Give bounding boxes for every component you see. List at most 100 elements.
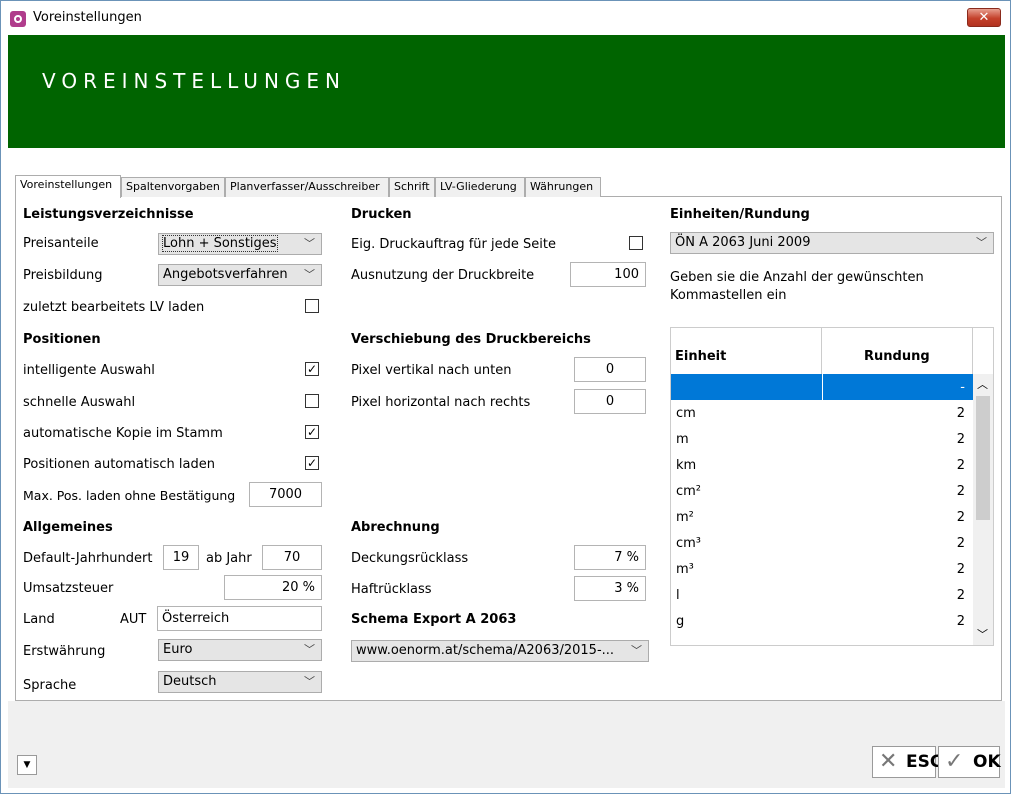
horizontal-input[interactable]: 0	[574, 389, 646, 414]
maxpos-input[interactable]: 7000	[249, 482, 322, 507]
table-row-selected[interactable]: -	[671, 374, 973, 400]
vertikal-label: Pixel vertikal nach unten	[351, 363, 512, 378]
value-cell: 2	[956, 484, 965, 499]
tab-lv-gliederung[interactable]: LV-Gliederung	[435, 177, 525, 197]
chevron-down-icon: ﹀	[304, 675, 315, 688]
einheiten-heading: Einheiten/Rundung	[670, 207, 810, 222]
ausnutzung-input[interactable]: 100	[570, 262, 646, 287]
schema-select[interactable]: www.oenorm.at/schema/A2063/2015-... ﹀	[351, 640, 649, 662]
tab-planverfasser[interactable]: Planverfasser/Ausschreiber	[225, 177, 389, 197]
zuletzt-checkbox[interactable]	[305, 299, 319, 313]
schnelle-label: schnelle Auswahl	[23, 395, 136, 410]
chevron-down-icon: ﹀	[304, 643, 315, 656]
value-cell: 2	[956, 458, 965, 473]
preisbildung-select[interactable]: Angebotsverfahren ﹀	[158, 264, 322, 286]
norm-select[interactable]: ÖN A 2063 Juni 2009 ﹀	[670, 232, 994, 254]
unit-cell: m²	[676, 510, 694, 525]
tab-voreinstellungen[interactable]: Voreinstellungen	[15, 175, 121, 198]
abjahr-input[interactable]: 70	[262, 545, 322, 570]
tab-schrift[interactable]: Schrift	[389, 177, 435, 197]
check-icon: ✓	[306, 456, 318, 470]
col-header-einheit[interactable]: Einheit	[675, 328, 726, 374]
intelligente-checkbox[interactable]: ✓	[305, 362, 319, 376]
tab-spaltenvorgaben[interactable]: Spaltenvorgaben	[121, 177, 225, 197]
erstwaehrung-value: Euro	[163, 642, 193, 657]
unit-cell: cm²	[676, 484, 702, 499]
close-icon: ✕	[978, 10, 990, 25]
verschiebung-heading: Verschiebung des Druckbereichs	[351, 332, 591, 347]
caret-down-icon: ▼	[23, 760, 31, 770]
unit-cell: g	[676, 614, 685, 629]
chevron-down-icon: ﹀	[304, 237, 315, 250]
ust-input[interactable]: 20 %	[224, 575, 322, 600]
deckung-input[interactable]: 7 %	[574, 545, 646, 570]
value-cell: 2	[956, 536, 965, 551]
jahrhundert-input[interactable]: 19	[163, 545, 199, 570]
ausnutzung-label: Ausnutzung der Druckbreite	[351, 268, 535, 283]
deckung-label: Deckungsrücklass	[351, 551, 469, 566]
jahrhundert-label: Default-Jahrhundert	[23, 551, 153, 566]
check-icon: ✓	[945, 749, 964, 774]
land-input[interactable]: Österreich	[157, 606, 322, 631]
chevron-up-icon[interactable]: ︿	[977, 376, 988, 392]
col-divider	[821, 328, 822, 374]
kopie-label: automatische Kopie im Stamm	[23, 426, 223, 441]
col-header-rundung[interactable]: Rundung	[864, 328, 930, 374]
table-row[interactable]: cm 2	[671, 400, 973, 426]
table-row[interactable]: m² 2	[671, 504, 973, 530]
esc-button[interactable]: ✕ ESC	[872, 746, 942, 778]
table-row[interactable]: km 2	[671, 452, 973, 478]
value-cell: 2	[956, 406, 965, 421]
scrollbar-thumb[interactable]	[976, 396, 990, 520]
title-bar: Voreinstellungen ✕	[1, 1, 1010, 35]
schnelle-checkbox[interactable]	[305, 394, 319, 408]
table-row[interactable]: l2	[671, 582, 973, 608]
ok-button[interactable]: ✓ OK	[938, 746, 1001, 778]
lv-heading: Leistungsverzeichnisse	[23, 207, 194, 222]
close-button[interactable]: ✕	[967, 8, 1001, 27]
maxpos-label: Max. Pos. laden ohne Bestätigung	[23, 488, 236, 503]
table-row[interactable]: g2	[671, 608, 973, 634]
preisbildung-value: Angebotsverfahren	[163, 267, 288, 282]
footer-bar: ▼ ✕ ESC ✓ OK	[8, 701, 1005, 788]
allgemeines-heading: Allgemeines	[23, 520, 113, 535]
horizontal-label: Pixel horizontal nach rechts	[351, 395, 531, 410]
table-row[interactable]: cm² 2	[671, 478, 973, 504]
erstwaehrung-select[interactable]: Euro ﹀	[158, 639, 322, 661]
table-row[interactable]: m2	[671, 426, 973, 452]
preisanteile-select[interactable]: Lohn + Sonstiges ﹀	[158, 233, 322, 255]
chevron-down-icon: ﹀	[304, 268, 315, 281]
einheiten-hint: Geben sie die Anzahl der gewünschten Kom…	[670, 270, 924, 303]
value-cell: 2	[956, 614, 965, 629]
schema-value: www.oenorm.at/schema/A2063/2015-...	[356, 643, 615, 658]
vertikal-input[interactable]: 0	[574, 357, 646, 382]
intelligente-label: intelligente Auswahl	[23, 363, 155, 378]
grid-scrollbar[interactable]: ︿ ﹀	[973, 374, 993, 645]
norm-value: ÖN A 2063 Juni 2009	[675, 235, 811, 250]
kopie-checkbox[interactable]: ✓	[305, 425, 319, 439]
table-row[interactable]: m³ 2	[671, 556, 973, 582]
dialog-window: Voreinstellungen ✕ VOREINSTELLUNGEN Vore…	[0, 0, 1011, 794]
laden-checkbox[interactable]: ✓	[305, 456, 319, 470]
banner-title: VOREINSTELLUNGEN	[42, 69, 346, 93]
haft-label: Haftrücklass	[351, 582, 432, 597]
sprache-label: Sprache	[23, 678, 77, 693]
ust-label: Umsatzsteuer	[23, 581, 114, 596]
esc-label: ESC	[906, 752, 943, 772]
check-icon: ✓	[306, 362, 318, 376]
window-title: Voreinstellungen	[33, 10, 142, 25]
chevron-down-icon[interactable]: ﹀	[977, 626, 988, 642]
expand-button[interactable]: ▼	[17, 755, 37, 775]
unit-cell: l	[676, 588, 680, 603]
table-row[interactable]: cm³ 2	[671, 530, 973, 556]
unit-cell: cm	[676, 406, 696, 421]
abjahr-label: ab Jahr	[206, 551, 252, 566]
eig-label: Eig. Druckauftrag für jede Seite	[351, 237, 556, 252]
tab-waehrungen[interactable]: Währungen	[525, 177, 601, 197]
unit-cell: km	[676, 458, 697, 473]
sprache-select[interactable]: Deutsch ﹀	[158, 671, 322, 693]
haft-input[interactable]: 3 %	[574, 576, 646, 601]
abrechnung-heading: Abrechnung	[351, 520, 440, 535]
value-cell: -	[960, 380, 965, 395]
eig-checkbox[interactable]	[629, 236, 643, 250]
